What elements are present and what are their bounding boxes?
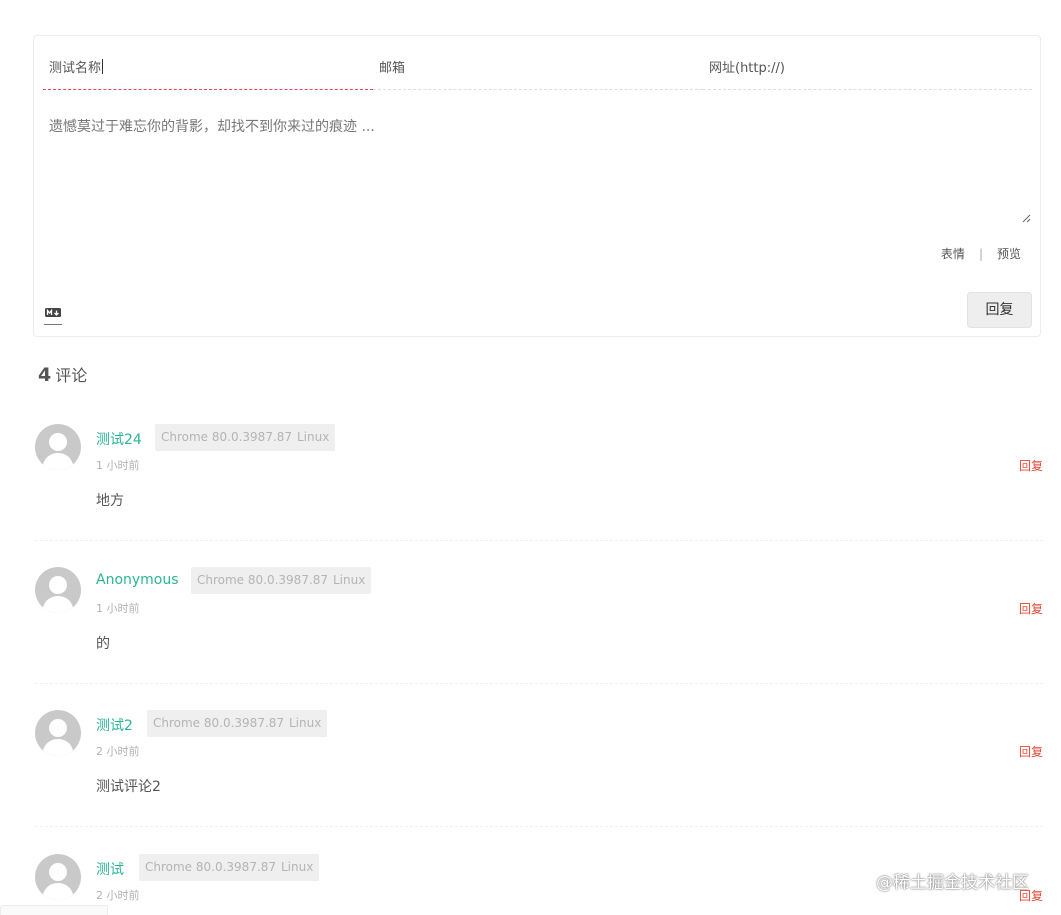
comment-nick[interactable]: Anonymous: [96, 572, 179, 588]
comment-count-label: 评论: [55, 366, 88, 385]
comment-time: 1 小时前: [96, 602, 140, 615]
comment-item: 测试24 Chrome 80.0.3987.87 Linux 1 小时前 回复 …: [35, 424, 1043, 554]
textarea-placeholder: 遗憾莫过于难忘你的背影，却找不到你来过的痕迹 ...: [49, 119, 375, 135]
preview-button[interactable]: 预览: [997, 245, 1021, 262]
toolbar-separator: |: [978, 246, 983, 261]
user-icon: [42, 863, 74, 900]
comment-count-number: 4: [38, 364, 52, 386]
os-badge: Linux: [275, 854, 320, 881]
bottom-tab: [0, 905, 108, 915]
comment-item: 测试2 Chrome 80.0.3987.87 Linux 2 小时前 回复 测…: [35, 710, 1043, 840]
comment-time: 2 小时前: [96, 889, 140, 902]
comment-form: 测试名称 邮箱 网址(http://) 遗憾莫过于难忘你的背影，却找不到你来过的…: [33, 35, 1041, 337]
browser-badge: Chrome 80.0.3987.87: [139, 854, 283, 881]
os-badge: Linux: [291, 424, 336, 451]
avatar: [35, 710, 81, 756]
watermark: @稀土掘金技术社区: [876, 873, 1029, 893]
reply-link[interactable]: 回复: [1019, 743, 1043, 760]
user-icon: [42, 576, 74, 613]
comment-content: 测试评论2: [96, 779, 161, 795]
os-badge: Linux: [283, 710, 328, 737]
avatar: [35, 424, 81, 470]
comment-nick[interactable]: 测试: [96, 859, 124, 879]
browser-badge: Chrome 80.0.3987.87: [191, 567, 335, 594]
comment-divider: [35, 683, 1043, 684]
comment-content: 地方: [96, 493, 124, 509]
comment-textarea[interactable]: 遗憾莫过于难忘你的背影，却找不到你来过的痕迹 ...: [43, 102, 1032, 225]
url-field[interactable]: 网址(http://): [703, 48, 1032, 90]
reply-link[interactable]: 回复: [1019, 600, 1043, 617]
user-icon: [42, 433, 74, 470]
submit-button[interactable]: 回复: [967, 292, 1032, 328]
url-placeholder: 网址(http://): [709, 61, 785, 76]
comment-divider: [35, 826, 1043, 827]
avatar: [35, 854, 81, 900]
comment-item: Anonymous Chrome 80.0.3987.87 Linux 1 小时…: [35, 567, 1043, 697]
comment-divider: [35, 540, 1043, 541]
reply-link[interactable]: 回复: [1019, 457, 1043, 474]
markdown-icon[interactable]: [44, 306, 62, 326]
comment-time: 2 小时前: [96, 745, 140, 758]
comment-count: 4 评论: [38, 362, 87, 386]
comment-time: 1 小时前: [96, 459, 140, 472]
email-placeholder: 邮箱: [379, 61, 406, 76]
comment-content: 的: [96, 636, 110, 652]
comment-nick[interactable]: 测试24: [96, 429, 142, 449]
nick-field-value: 测试名称: [49, 61, 102, 76]
browser-badge: Chrome 80.0.3987.87: [155, 424, 299, 451]
browser-badge: Chrome 80.0.3987.87: [147, 710, 291, 737]
email-field[interactable]: 邮箱: [373, 48, 703, 90]
user-icon: [42, 719, 74, 756]
nick-field[interactable]: 测试名称: [43, 48, 373, 90]
avatar: [35, 567, 81, 613]
text-caret: [102, 59, 104, 74]
comment-nick[interactable]: 测试2: [96, 715, 133, 735]
os-badge: Linux: [327, 567, 372, 594]
resize-grip-icon[interactable]: [1022, 214, 1031, 223]
editor-toolbar: 表情 | 预览: [941, 245, 1021, 262]
emoji-button[interactable]: 表情: [941, 245, 965, 262]
